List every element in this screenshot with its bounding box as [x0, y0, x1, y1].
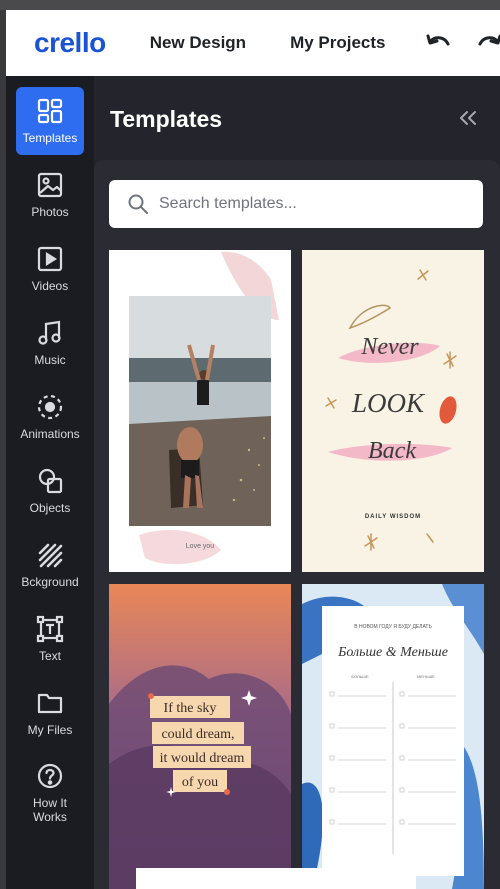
undo-icon[interactable] [426, 32, 452, 54]
sidebar-item-label: Videos [31, 279, 69, 293]
sidebar-item-label: Bckground [21, 575, 79, 589]
music-icon [38, 320, 61, 345]
template-text-line: it would dream [160, 751, 245, 766]
bottom-overlay [136, 868, 416, 889]
my-projects-link[interactable]: My Projects [290, 33, 385, 53]
template-caption: DAILY WISDOM [365, 514, 421, 520]
objects-icon [38, 468, 63, 494]
template-caption: Love you [186, 543, 215, 550]
search-icon [128, 194, 148, 214]
template-text-never: Never [360, 334, 419, 360]
template-col-label: БОЛЬШЕ [351, 674, 369, 679]
sidebar-item-label: Music [34, 353, 66, 367]
collapse-panel-icon[interactable] [458, 108, 478, 128]
sidebar-item-label: Templates [22, 131, 78, 145]
search-input[interactable] [159, 195, 459, 213]
template-card-never-look-back[interactable]: Never LOOK Back DAILY WISDOM [302, 250, 484, 572]
sidebar-item-label: Objects [29, 501, 71, 515]
crello-logo[interactable]: crello [34, 27, 106, 59]
redo-icon[interactable] [476, 32, 500, 54]
sidebar-item-text[interactable]: Text [16, 605, 84, 673]
template-thumbnail: В НОВОМ ГОДУ Я БУДУ ДЕЛАТЬ Больше & Мень… [302, 584, 484, 889]
sidebar: Templates Photos Videos Music Animations… [6, 76, 94, 889]
template-text-line: If the sky [164, 701, 217, 716]
template-col-label: МЕНЬШЕ [417, 674, 435, 679]
sidebar-item-my-files[interactable]: My Files [16, 679, 84, 747]
animations-icon [37, 394, 63, 420]
panel-title: Templates [110, 106, 223, 132]
sidebar-item-label: Animations [20, 427, 80, 441]
text-icon [36, 615, 64, 643]
search-box[interactable] [109, 180, 483, 228]
template-thumbnail: If the sky could dream, it would dream o… [109, 584, 291, 889]
template-header: В НОВОМ ГОДУ Я БУДУ ДЕЛАТЬ [354, 624, 432, 630]
window-frame [0, 0, 500, 10]
top-bar: crello New Design My Projects [6, 10, 500, 76]
photos-icon [37, 172, 63, 198]
sidebar-item-how-it-works[interactable]: How It Works [16, 753, 84, 833]
sidebar-item-animations[interactable]: Animations [16, 383, 84, 451]
sidebar-item-templates[interactable]: Templates [16, 87, 84, 155]
sidebar-item-label: Text [38, 649, 61, 663]
template-title: Больше & Меньше [337, 645, 448, 660]
templates-icon [37, 98, 63, 124]
template-card-bolshe-menshe[interactable]: В НОВОМ ГОДУ Я БУДУ ДЕЛАТЬ Больше & Мень… [302, 584, 484, 889]
sidebar-item-label: My Files [27, 723, 73, 737]
sidebar-item-music[interactable]: Music [16, 309, 84, 377]
sidebar-item-videos[interactable]: Videos [16, 235, 84, 303]
sidebar-item-objects[interactable]: Objects [16, 457, 84, 525]
folder-icon [37, 693, 63, 714]
sidebar-item-label: How It Works [32, 796, 67, 824]
templates-area: Love you Never LOOK Back [94, 160, 500, 889]
template-thumbnail: Never LOOK Back DAILY WISDOM [325, 269, 457, 551]
template-thumbnail: Love you [129, 251, 279, 565]
sidebar-item-photos[interactable]: Photos [16, 161, 84, 229]
videos-icon [37, 246, 63, 272]
template-text-look: LOOK [351, 388, 426, 418]
background-icon [38, 543, 63, 568]
sidebar-item-label: Photos [31, 205, 69, 219]
templates-panel: Templates Search templates... Love you N… [94, 76, 500, 889]
template-text-line: could dream, [161, 727, 234, 742]
template-card-sky-dream[interactable]: If the sky could dream, it would dream o… [109, 584, 291, 889]
help-icon [37, 763, 63, 789]
template-text-line: of you [182, 775, 218, 790]
editor-app: Templates Photos Videos Music Animations… [6, 76, 500, 889]
template-card-love-you[interactable]: Love you [109, 250, 291, 572]
sidebar-item-background[interactable]: Bckground [16, 531, 84, 599]
template-text-back: Back [368, 438, 416, 464]
new-design-link[interactable]: New Design [150, 33, 246, 53]
